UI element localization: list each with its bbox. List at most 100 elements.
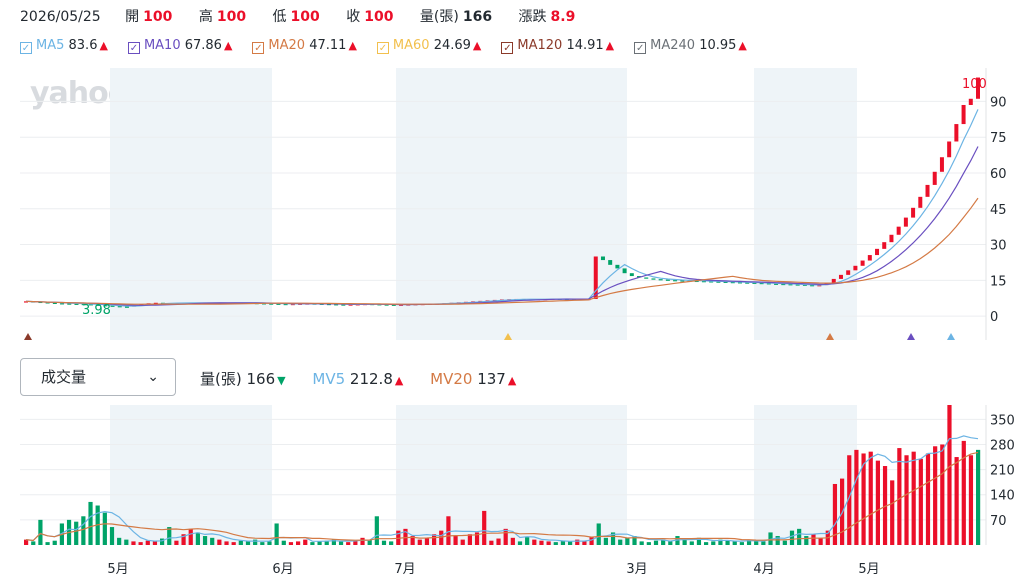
volume-bar (890, 480, 895, 545)
volume-bar (360, 537, 365, 545)
candle (968, 98, 973, 105)
mv20-label: MV20 (430, 370, 473, 388)
time-band (754, 68, 857, 340)
volume-bar (682, 539, 687, 545)
candle (600, 256, 605, 261)
y-tick-label: 45 (990, 203, 1007, 218)
volume-bar (811, 534, 816, 545)
candle (954, 124, 959, 142)
volume-bar (446, 516, 451, 545)
volume-bar (568, 541, 573, 545)
close-value: 100 (364, 9, 394, 25)
mv5-value: 212.8 (349, 370, 393, 388)
volume-bar (460, 539, 465, 545)
ma-legend-item-ma240[interactable]: ✓ MA240 10.95 ▲ (634, 38, 747, 54)
time-band (396, 405, 627, 545)
volume-bar (489, 540, 494, 545)
y-tick-label: 30 (990, 239, 1007, 254)
candle (947, 141, 952, 158)
checkbox-icon[interactable]: ✓ (20, 42, 32, 54)
volume-bar (775, 536, 780, 545)
high-value: 100 (216, 9, 247, 25)
volume-bar (689, 541, 694, 545)
up-arrow-icon: ▲ (223, 39, 233, 52)
y-tick-label: 60 (990, 167, 1007, 182)
checkbox-icon[interactable]: ✓ (252, 42, 265, 54)
volume-bar (152, 541, 158, 545)
candle (932, 171, 937, 185)
time-band (110, 68, 272, 340)
volume-bar (596, 523, 601, 545)
volume-bar (704, 542, 709, 545)
mv5-label: MV5 (312, 370, 346, 388)
volume-label: 量(張) (419, 9, 459, 25)
volume-bar (374, 516, 379, 545)
volume-bar (38, 519, 43, 545)
x-month-label: 5月 (858, 562, 879, 577)
volume-value: 166 (462, 9, 493, 25)
candle (875, 248, 880, 256)
volume-bar (947, 405, 952, 545)
y-tick-label: 350 (990, 413, 1015, 428)
change-value: 8.9 (550, 9, 576, 25)
candle (60, 303, 65, 305)
mv20-value: 137 (477, 370, 506, 388)
volume-bar (510, 537, 515, 545)
volume-bar (174, 540, 179, 545)
y-tick-label: 70 (990, 514, 1007, 529)
ma-name: MA60 (392, 38, 434, 53)
volume-chart[interactable]: 70 140 210 280 350 5月 6月 7月 3月 4月 5月 (0, 405, 1019, 583)
volume-bar (739, 542, 744, 545)
volume-bar (553, 542, 558, 545)
volume-bar (81, 516, 86, 545)
ohlc-date: 2026/05/25 (20, 9, 101, 25)
up-arrow-icon: ▲ (507, 374, 517, 387)
volume-bar (245, 541, 251, 545)
volume-bar (317, 541, 322, 545)
volume-indicator-select[interactable]: 成交量 ⌄ (20, 358, 176, 396)
candle (867, 255, 872, 261)
checkbox-icon[interactable]: ✓ (376, 42, 389, 54)
volume-bar (854, 449, 859, 545)
ma-legend-item-ma10[interactable]: ✓ MA10 67.86 ▲ (127, 38, 233, 54)
volume-bar (711, 541, 716, 545)
up-arrow-icon: ▲ (472, 39, 482, 52)
ma-value: 47.11 (309, 38, 347, 53)
volume-bar (424, 537, 430, 545)
volume-bar (145, 540, 150, 545)
checkbox-icon[interactable]: ✓ (501, 42, 514, 54)
volume-bar (439, 530, 444, 545)
checkbox-icon[interactable]: ✓ (634, 42, 647, 54)
volume-bar (517, 541, 523, 545)
checkbox-icon[interactable]: ✓ (127, 42, 140, 54)
candle (629, 273, 634, 277)
candle (882, 242, 887, 249)
volume-bar (968, 455, 974, 545)
volume-bar (260, 542, 265, 545)
ma-legend-item-ma20[interactable]: ✓ MA20 47.11 ▲ (252, 38, 357, 54)
volume-bar (238, 540, 243, 545)
volume-bar (267, 541, 272, 545)
candle (644, 277, 649, 279)
ma-legend-item-ma60[interactable]: ✓ MA60 24.69 ▲ (376, 38, 482, 54)
volume-bar (797, 528, 802, 545)
ma-legend: ✓ MA5 83.6 ▲ ✓ MA10 67.86 ▲ ✓ MA20 47.11 ▲ ✓ MA60 … (20, 38, 767, 54)
volume-bar (102, 512, 107, 545)
volume-bar (52, 540, 57, 545)
volume-bar (310, 542, 315, 545)
volume-legend: 量(張) 166 ▼ MV5 212.8 ▲ MV20 137 ▲ (200, 368, 538, 389)
candle (846, 270, 851, 275)
vol-value: 166 (246, 370, 276, 388)
x-month-label: 3月 (626, 562, 647, 577)
volume-bar (782, 540, 787, 545)
ma-legend-item-ma5[interactable]: ✓ MA5 83.6 ▲ (20, 38, 108, 54)
ma-legend-item-ma120[interactable]: ✓ MA120 14.91 ▲ (501, 38, 614, 54)
volume-bar (124, 539, 129, 545)
price-chart[interactable]: 0 15 30 45 60 75 90100 3.98 (0, 68, 1019, 348)
volume-bar (725, 540, 730, 545)
volume-bar (911, 451, 916, 545)
volume-bar (45, 542, 50, 545)
candle (896, 226, 901, 235)
candle (124, 306, 129, 308)
event-marker-icon (947, 333, 955, 340)
